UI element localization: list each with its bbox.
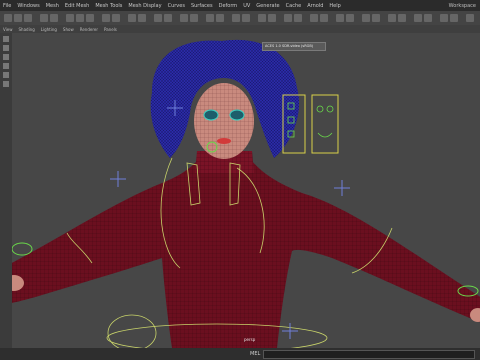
color-management-hud: ACES 1.0 SDR-video (sRGB)	[262, 42, 326, 51]
shelf-tool-icon[interactable]	[320, 14, 328, 22]
shelf-tool-icon[interactable]	[414, 14, 422, 22]
character-head[interactable]	[194, 83, 254, 159]
menu-windows[interactable]: Windows	[14, 3, 42, 9]
menu-bar: File Windows Mesh Edit Mesh Mesh Tools M…	[0, 0, 480, 11]
shelf-tool-icon[interactable]	[232, 14, 240, 22]
shelf-tool-icon[interactable]	[180, 14, 188, 22]
shelf-tool-icon[interactable]	[362, 14, 370, 22]
menu-surfaces[interactable]: Surfaces	[188, 3, 216, 9]
shelf-tool-icon[interactable]	[284, 14, 292, 22]
menu-generate[interactable]: Generate	[253, 3, 282, 9]
shelf-tool-icon[interactable]	[138, 14, 146, 22]
shelf-toolbar	[0, 11, 480, 26]
rotate-tool-icon[interactable]	[3, 72, 9, 78]
menu-help[interactable]: Help	[326, 3, 343, 9]
shelf-tool-icon[interactable]	[4, 14, 12, 22]
shelf-tool-icon[interactable]	[346, 14, 354, 22]
shelf-tool-icon[interactable]	[372, 14, 380, 22]
shelf-tool-icon[interactable]	[102, 14, 110, 22]
shelf-tool-icon[interactable]	[258, 14, 266, 22]
menu-deform[interactable]: Deform	[216, 3, 241, 9]
mel-label[interactable]: MEL	[0, 351, 263, 357]
viewport-panel-menu: View Shading Lighting Show Renderer Pane…	[0, 25, 480, 33]
shelf-tool-icon[interactable]	[206, 14, 214, 22]
scene-render	[12, 39, 480, 348]
panel-menu-renderer[interactable]: Renderer	[77, 27, 101, 32]
shelf-tool-icon[interactable]	[128, 14, 136, 22]
shelf-tool-icon[interactable]	[112, 14, 120, 22]
shelf-tool-icon[interactable]	[50, 14, 58, 22]
scale-tool-icon[interactable]	[3, 81, 9, 87]
character-body[interactable]	[12, 151, 480, 348]
menu-mesh-display[interactable]: Mesh Display	[125, 3, 164, 9]
menu-mesh[interactable]: Mesh	[43, 3, 62, 9]
menu-cache[interactable]: Cache	[283, 3, 305, 9]
camera-label: persp	[244, 337, 256, 342]
menu-file[interactable]: File	[0, 3, 14, 9]
shelf-tool-icon[interactable]	[40, 14, 48, 22]
panel-menu-lighting[interactable]: Lighting	[38, 27, 60, 32]
lasso-tool-icon[interactable]	[3, 45, 9, 51]
menu-curves[interactable]: Curves	[165, 3, 188, 9]
panel-menu-show[interactable]: Show	[60, 27, 77, 32]
shelf-tool-icon[interactable]	[424, 14, 432, 22]
panel-menu-shading[interactable]: Shading	[16, 27, 38, 32]
shelf-tool-icon[interactable]	[216, 14, 224, 22]
shelf-tool-icon[interactable]	[190, 14, 198, 22]
3d-viewport[interactable]: ACES 1.0 SDR-video (sRGB) persp	[12, 33, 480, 348]
paint-select-icon[interactable]	[3, 54, 9, 60]
workspace-label[interactable]: Workspace	[449, 3, 480, 9]
command-input[interactable]	[263, 349, 476, 359]
shelf-tool-icon[interactable]	[24, 14, 32, 22]
shelf-tool-icon[interactable]	[466, 14, 474, 22]
shelf-tool-icon[interactable]	[398, 14, 406, 22]
menu-mesh-tools[interactable]: Mesh Tools	[92, 3, 125, 9]
shelf-tool-icon[interactable]	[440, 14, 448, 22]
shelf-tool-icon[interactable]	[14, 14, 22, 22]
shelf-tool-icon[interactable]	[154, 14, 162, 22]
menu-uv[interactable]: UV	[240, 3, 253, 9]
panel-menu-panels[interactable]: Panels	[101, 27, 120, 32]
move-tool-icon[interactable]	[3, 63, 9, 69]
shelf-tool-icon[interactable]	[242, 14, 250, 22]
shelf-tool-icon[interactable]	[388, 14, 396, 22]
shelf-tool-icon[interactable]	[66, 14, 74, 22]
tool-box	[0, 33, 12, 348]
shelf-tool-icon[interactable]	[268, 14, 276, 22]
shelf-tool-icon[interactable]	[86, 14, 94, 22]
shelf-tool-icon[interactable]	[294, 14, 302, 22]
menu-arnold[interactable]: Arnold	[304, 3, 326, 9]
select-tool-icon[interactable]	[3, 36, 9, 42]
shelf-tool-icon[interactable]	[336, 14, 344, 22]
shelf-tool-icon[interactable]	[76, 14, 84, 22]
shelf-tool-icon[interactable]	[450, 14, 458, 22]
shelf-tool-icon[interactable]	[164, 14, 172, 22]
command-line: MEL	[0, 348, 480, 360]
menu-edit-mesh[interactable]: Edit Mesh	[62, 3, 92, 9]
shelf-tool-icon[interactable]	[310, 14, 318, 22]
panel-menu-view[interactable]: View	[0, 27, 16, 32]
